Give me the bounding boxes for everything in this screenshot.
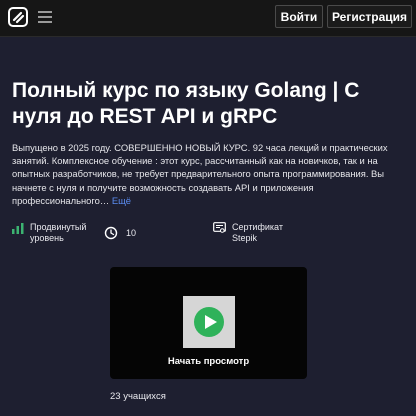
certificate-line1: Сертификат: [232, 222, 283, 232]
clock-icon: [104, 226, 118, 240]
top-navigation-bar: Войти Регистрация: [0, 0, 416, 37]
course-description: Выпущено в 2025 году. СОВЕРШЕННО НОВЫЙ К…: [12, 141, 406, 207]
play-button[interactable]: [183, 296, 235, 348]
course-title: Полный курс по языку Golang | С нуля до …: [12, 79, 360, 128]
course-level: Продвинутый уровень: [12, 222, 86, 244]
start-preview-label: Начать просмотр: [167, 356, 250, 367]
course-description-text: Выпущено в 2025 году. СОВЕРШЕННО НОВЫЙ К…: [12, 142, 388, 206]
course-hours-value: 10: [126, 227, 137, 238]
hamburger-menu-icon[interactable]: [38, 11, 52, 23]
course-level-line2: уровень: [30, 233, 64, 243]
register-button[interactable]: Регистрация: [327, 5, 412, 28]
certificate-icon: [213, 222, 226, 233]
students-count: 23 учащихся: [110, 391, 166, 402]
course-certificate: Сертификат Stepik: [213, 222, 283, 244]
show-more-link[interactable]: Ещё: [112, 195, 131, 206]
certificate-line2: Stepik: [232, 233, 258, 243]
stepik-logo-icon[interactable]: [8, 7, 28, 27]
video-preview[interactable]: Начать просмотр: [110, 267, 307, 379]
course-hours: 10: [104, 226, 136, 240]
course-level-line1: Продвинутый: [30, 222, 87, 232]
login-button[interactable]: Войти: [275, 5, 323, 28]
level-bars-icon: [12, 223, 24, 234]
play-icon: [194, 307, 224, 337]
